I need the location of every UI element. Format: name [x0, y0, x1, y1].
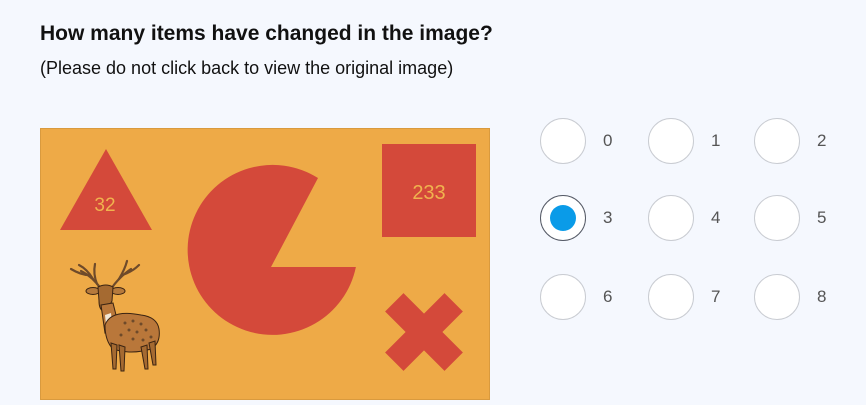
question-subtitle: (Please do not click back to view the or…	[40, 58, 454, 78]
selected-dot	[550, 205, 576, 231]
deer-illustration	[69, 259, 160, 372]
option-4-radio[interactable]	[648, 195, 694, 241]
option-7-radio[interactable]	[648, 274, 694, 320]
option-6[interactable]: 6	[540, 274, 650, 324]
puzzle-scene: 32 233	[60, 144, 476, 372]
option-5-label: 5	[817, 208, 827, 227]
option-3[interactable]: 3	[540, 195, 650, 245]
option-3-label: 3	[603, 208, 613, 227]
triangle-shape	[60, 149, 152, 230]
option-5-radio[interactable]	[754, 195, 800, 241]
option-8-label: 8	[817, 287, 827, 306]
option-2-radio[interactable]	[754, 118, 800, 164]
option-6-radio[interactable]	[540, 274, 586, 320]
option-5[interactable]: 5	[754, 195, 864, 245]
cross-shape	[385, 293, 463, 371]
square-number: 233	[412, 182, 445, 204]
option-1[interactable]: 1	[648, 118, 758, 168]
option-8[interactable]: 8	[754, 274, 864, 324]
puzzle-image: 32 233	[40, 128, 490, 400]
option-2[interactable]: 2	[754, 118, 864, 168]
option-0[interactable]: 0	[540, 118, 650, 168]
option-6-label: 6	[603, 287, 613, 306]
option-0-radio[interactable]	[540, 118, 586, 164]
option-1-label: 1	[711, 131, 721, 150]
option-8-radio[interactable]	[754, 274, 800, 320]
option-2-label: 2	[817, 131, 827, 150]
option-3-radio[interactable]	[540, 195, 586, 241]
option-4-label: 4	[711, 208, 721, 227]
option-1-radio[interactable]	[648, 118, 694, 164]
option-7[interactable]: 7	[648, 274, 758, 324]
pacman-shape	[187, 164, 356, 335]
triangle-number: 32	[94, 195, 115, 216]
option-7-label: 7	[711, 287, 721, 306]
option-4[interactable]: 4	[648, 195, 758, 245]
option-0-label: 0	[603, 131, 613, 150]
question-title: How many items have changed in the image…	[40, 22, 493, 45]
